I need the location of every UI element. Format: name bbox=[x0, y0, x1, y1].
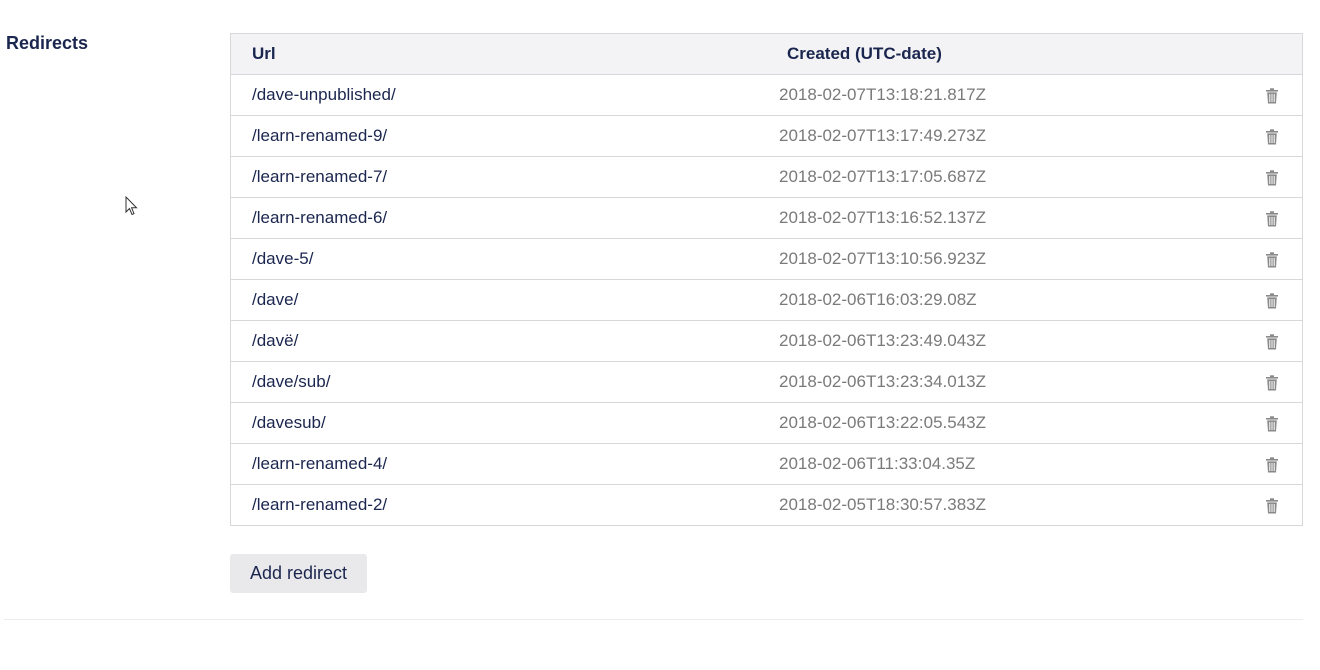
add-redirect-button[interactable]: Add redirect bbox=[230, 554, 367, 593]
redirect-url: /davesub/ bbox=[231, 402, 759, 444]
redirect-url: /davë/ bbox=[231, 320, 759, 362]
redirect-created-date: 2018-02-07T13:17:49.273Z bbox=[759, 115, 1242, 157]
trash-icon[interactable] bbox=[1265, 292, 1279, 309]
section-label: Redirects bbox=[6, 33, 89, 53]
redirect-created-date: 2018-02-06T11:33:04.35Z bbox=[759, 443, 1242, 485]
row-actions bbox=[1242, 361, 1302, 403]
redirect-created-date: 2018-02-05T18:30:57.383Z bbox=[779, 495, 986, 514]
trash-icon[interactable] bbox=[1265, 251, 1279, 268]
trash-icon[interactable] bbox=[1265, 415, 1279, 432]
column-header-created: Created (UTC-date) bbox=[759, 34, 1242, 75]
redirect-created-date: 2018-02-06T13:23:49.043Z bbox=[759, 320, 1242, 362]
redirect-url: /learn-renamed-7/ bbox=[231, 156, 759, 198]
row-actions bbox=[1242, 279, 1302, 321]
trash-icon[interactable] bbox=[1265, 456, 1279, 473]
redirect-created-date: 2018-02-06T16:03:29.08Z bbox=[759, 279, 1242, 321]
row-actions bbox=[1242, 402, 1302, 444]
row-actions bbox=[1242, 320, 1302, 362]
table-row: /learn-renamed-2/2018-02-05T18:30:57.383… bbox=[231, 485, 1302, 526]
table-row: /davesub/2018-02-06T13:22:05.543Z bbox=[231, 402, 1302, 444]
table-row: /dave/2018-02-06T16:03:29.08Z bbox=[231, 279, 1302, 321]
trash-icon[interactable] bbox=[1265, 333, 1279, 350]
redirect-created-date: 2018-02-06T13:23:34.013Z bbox=[759, 361, 1242, 403]
table-row: /learn-renamed-6/2018-02-07T13:16:52.137… bbox=[231, 197, 1302, 239]
trash-icon[interactable] bbox=[1265, 374, 1279, 391]
section-divider bbox=[4, 619, 1303, 620]
redirect-url: /dave/ bbox=[231, 279, 759, 321]
trash-icon[interactable] bbox=[1265, 169, 1279, 186]
row-actions bbox=[1242, 115, 1302, 157]
table-row: /learn-renamed-7/2018-02-07T13:17:05.687… bbox=[231, 156, 1302, 198]
trash-icon[interactable] bbox=[1265, 87, 1279, 104]
table-row: /davë/2018-02-06T13:23:49.043Z bbox=[231, 320, 1302, 362]
redirect-created-date: 2018-02-06T13:22:05.543Z bbox=[759, 402, 1242, 444]
column-header-actions bbox=[1242, 34, 1302, 75]
redirect-url: /dave/sub/ bbox=[231, 361, 759, 403]
table-row: /dave-5/2018-02-07T13:10:56.923Z bbox=[231, 238, 1302, 280]
table-header-row: Url Created (UTC-date) bbox=[231, 34, 1302, 75]
redirect-url: /learn-renamed-2/ bbox=[252, 495, 388, 514]
trash-icon[interactable] bbox=[1265, 497, 1279, 514]
row-actions bbox=[1242, 443, 1302, 485]
redirect-created-date: 2018-02-07T13:16:52.137Z bbox=[759, 197, 1242, 239]
table-row: /learn-renamed-4/2018-02-06T11:33:04.35Z bbox=[231, 443, 1302, 485]
row-actions bbox=[1242, 156, 1302, 198]
table-row: /dave-unpublished/2018-02-07T13:18:21.81… bbox=[231, 74, 1302, 116]
column-header-url: Url bbox=[231, 34, 759, 75]
redirect-url: /dave-unpublished/ bbox=[231, 74, 759, 116]
row-actions bbox=[1242, 238, 1302, 280]
redirects-table: Url Created (UTC-date) /dave-unpublished… bbox=[230, 33, 1303, 526]
redirect-created-date: 2018-02-07T13:18:21.817Z bbox=[759, 74, 1242, 116]
trash-icon[interactable] bbox=[1265, 128, 1279, 145]
redirect-url: /learn-renamed-6/ bbox=[231, 197, 759, 239]
table-body: /dave-unpublished/2018-02-07T13:18:21.81… bbox=[231, 74, 1302, 526]
redirect-created-date: 2018-02-07T13:17:05.687Z bbox=[759, 156, 1242, 198]
redirect-url: /dave-5/ bbox=[231, 238, 759, 280]
redirect-url: /learn-renamed-4/ bbox=[231, 443, 759, 485]
trash-icon[interactable] bbox=[1265, 210, 1279, 227]
redirect-url: /learn-renamed-9/ bbox=[231, 115, 759, 157]
mouse-cursor-icon bbox=[125, 196, 138, 216]
table-row: /dave/sub/2018-02-06T13:23:34.013Z bbox=[231, 361, 1302, 403]
table-row: /learn-renamed-9/2018-02-07T13:17:49.273… bbox=[231, 115, 1302, 157]
row-actions bbox=[1242, 74, 1302, 116]
row-actions bbox=[1242, 485, 1302, 526]
row-actions bbox=[1242, 197, 1302, 239]
redirect-created-date: 2018-02-07T13:10:56.923Z bbox=[759, 238, 1242, 280]
